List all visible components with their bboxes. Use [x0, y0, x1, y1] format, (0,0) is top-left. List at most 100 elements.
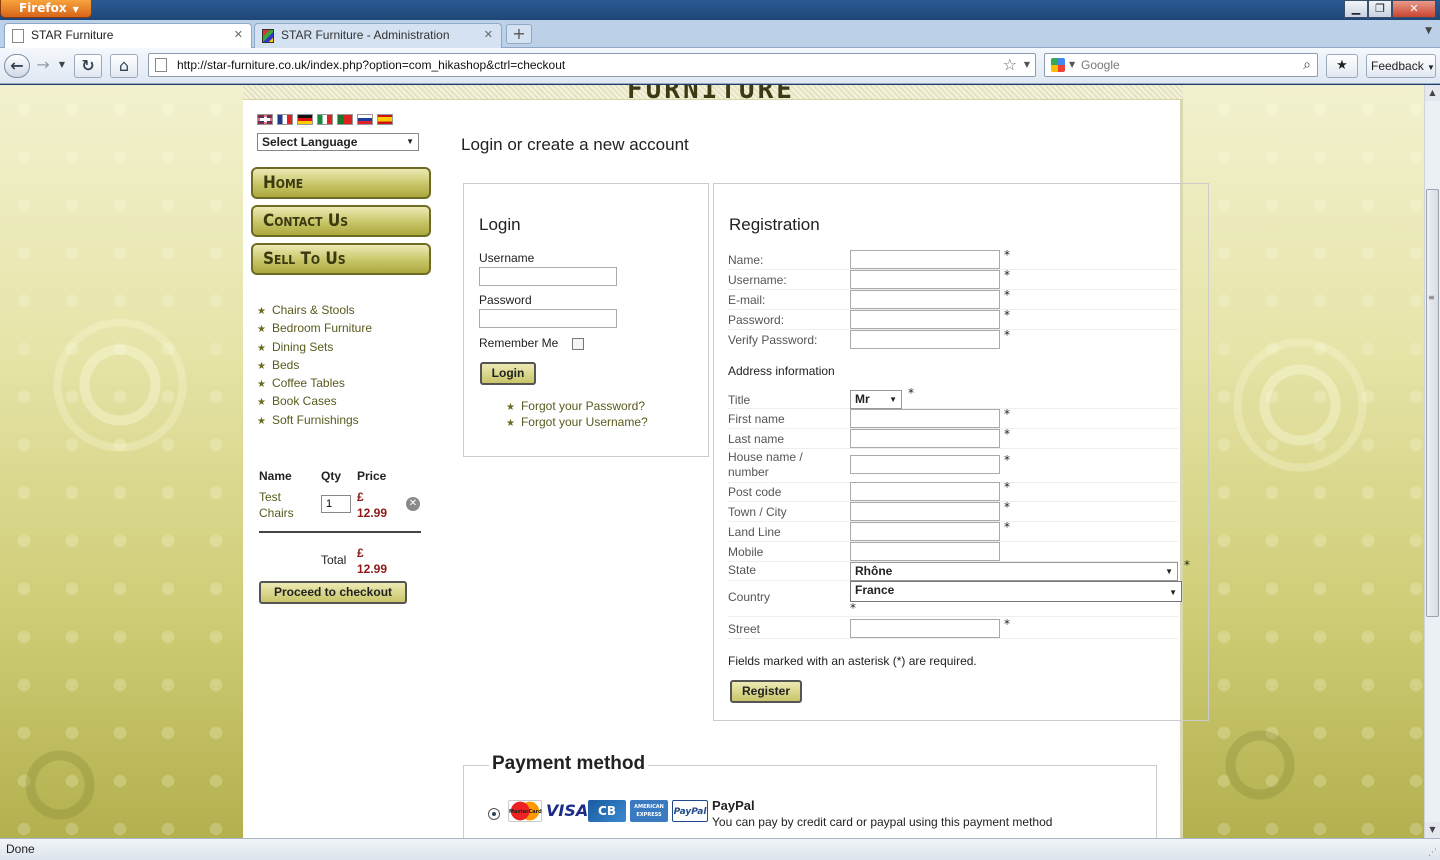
category-label[interactable]: Bedroom Furniture — [272, 321, 372, 335]
flag-uk-icon[interactable] — [257, 114, 273, 125]
tab-administration[interactable]: STAR Furniture - Administration ✕ — [254, 23, 502, 48]
reload-button[interactable]: ↻ — [74, 54, 102, 78]
scrollbar-thumb[interactable] — [1426, 189, 1439, 617]
scroll-grip-icon: ≡ — [1428, 293, 1435, 302]
proceed-to-checkout-button[interactable]: Proceed to checkout — [259, 581, 407, 604]
forgot-username-link[interactable]: ★ Forgot your Username? — [506, 414, 648, 432]
flag-italy-icon[interactable] — [317, 114, 333, 125]
reg-title-label: Title — [728, 393, 751, 407]
reg-street-input[interactable] — [850, 619, 1000, 638]
reg-town-input[interactable] — [850, 502, 1000, 521]
google-icon[interactable] — [1051, 58, 1065, 72]
firefox-menu-button[interactable]: Firefox ▼ — [0, 0, 92, 18]
required-marker: * — [1004, 268, 1010, 282]
flag-spain-icon[interactable] — [377, 114, 393, 125]
category-label[interactable]: Beds — [272, 358, 299, 372]
flag-portugal-icon[interactable] — [337, 114, 353, 125]
nav-sell-button[interactable]: Sell To Us — [251, 243, 431, 275]
category-label[interactable]: Dining Sets — [272, 340, 333, 354]
paypal-radio[interactable] — [488, 808, 500, 820]
reg-country-label: Country — [728, 590, 771, 604]
login-username-input[interactable] — [479, 267, 617, 286]
category-label[interactable]: Coffee Tables — [272, 376, 345, 390]
site-logo[interactable]: FURNITURE — [627, 85, 795, 105]
cart-item-price: 12.99 — [357, 506, 388, 520]
category-item[interactable]: ★ Chairs & Stools — [257, 302, 372, 320]
reg-post-code-input[interactable] — [850, 482, 1000, 501]
reg-username-input[interactable] — [850, 270, 1000, 289]
reg-last-name-input[interactable] — [850, 429, 1000, 448]
reg-landline-input[interactable] — [850, 522, 1000, 541]
page-icon — [155, 58, 167, 72]
cart-qty-input[interactable] — [321, 495, 351, 513]
login-password-input[interactable] — [479, 309, 617, 328]
category-item[interactable]: ★ Beds — [257, 357, 372, 375]
title-select[interactable]: Mr ▼ — [850, 390, 902, 409]
reg-email-input[interactable] — [850, 290, 1000, 309]
reg-password-input[interactable] — [850, 310, 1000, 329]
close-icon[interactable]: ✕ — [484, 24, 493, 46]
remember-me-checkbox[interactable] — [572, 338, 584, 350]
search-bar[interactable]: ▼ Google ⌕ — [1044, 53, 1318, 77]
nav-home-button[interactable]: Home — [251, 167, 431, 199]
country-select[interactable]: France ▼ — [850, 581, 1182, 602]
new-tab-button[interactable]: + — [506, 24, 532, 44]
maximize-icon[interactable]: ❐ — [1368, 0, 1392, 18]
reg-street-label: Street — [728, 622, 761, 636]
cart-item-name[interactable]: Test Chairs — [259, 489, 309, 521]
reg-house-input[interactable] — [850, 455, 1000, 474]
forgot-password-label[interactable]: Forgot your Password? — [521, 399, 645, 413]
state-select[interactable]: Rhône ▼ — [850, 562, 1178, 581]
close-icon[interactable]: ✕ — [234, 24, 243, 46]
feedback-button[interactable]: Feedback ▼ — [1366, 54, 1436, 78]
reg-verify-password-input[interactable] — [850, 330, 1000, 349]
url-text[interactable]: http://star-furniture.co.uk/index.php?op… — [177, 54, 565, 76]
required-marker: * — [1004, 500, 1010, 514]
flag-germany-icon[interactable] — [297, 114, 313, 125]
reg-first-name-label: First name — [728, 412, 785, 426]
home-button[interactable]: ⌂ — [110, 54, 138, 78]
minimize-icon[interactable]: ▁ — [1344, 0, 1368, 18]
category-label[interactable]: Soft Furnishings — [272, 413, 359, 427]
back-button[interactable]: ← — [4, 54, 30, 78]
language-select[interactable]: Select Language ▼ — [257, 133, 419, 151]
reg-name-input[interactable] — [850, 250, 1000, 269]
vertical-scrollbar[interactable]: ▲ ≡ ▼ — [1424, 85, 1440, 838]
forgot-username-label[interactable]: Forgot your Username? — [521, 415, 648, 429]
tab-star-furniture[interactable]: STAR Furniture ✕ — [4, 23, 252, 48]
category-item[interactable]: ★ Coffee Tables — [257, 375, 372, 393]
scroll-down-icon[interactable]: ▼ — [1425, 822, 1440, 838]
required-marker: * — [1004, 248, 1010, 262]
category-list: ★ Chairs & Stools ★ Bedroom Furniture ★ Din… — [257, 302, 372, 430]
page-title: Login or create a new account — [461, 135, 689, 154]
flag-russia-icon[interactable] — [357, 114, 373, 125]
reg-first-name-input[interactable] — [850, 409, 1000, 428]
category-item[interactable]: ★ Book Cases — [257, 393, 372, 411]
category-label[interactable]: Chairs & Stools — [272, 303, 355, 317]
window-close-icon[interactable]: ✕ — [1392, 0, 1436, 18]
forward-button[interactable]: → — [32, 54, 54, 78]
register-button[interactable]: Register — [730, 680, 802, 703]
url-history-dropdown-icon[interactable]: ▼ — [1024, 54, 1030, 76]
category-label[interactable]: Book Cases — [272, 394, 337, 408]
list-all-tabs-icon[interactable]: ▼ — [1425, 26, 1432, 36]
reg-house-label: House name / number — [728, 450, 803, 479]
reg-mobile-input[interactable] — [850, 542, 1000, 561]
bookmark-star-icon[interactable]: ☆ — [1003, 54, 1017, 76]
flag-france-icon[interactable] — [277, 114, 293, 125]
category-item[interactable]: ★ Dining Sets — [257, 339, 372, 357]
url-bar[interactable]: http://star-furniture.co.uk/index.php?op… — [148, 53, 1036, 77]
login-button[interactable]: Login — [480, 362, 536, 385]
search-icon[interactable]: ⌕ — [1303, 54, 1311, 76]
search-engine-dropdown-icon[interactable]: ▼ — [1069, 54, 1075, 76]
nav-contact-button[interactable]: Contact Us — [251, 205, 431, 237]
category-item[interactable]: ★ Soft Furnishings — [257, 412, 372, 430]
scroll-up-icon[interactable]: ▲ — [1425, 85, 1440, 101]
category-item[interactable]: ★ Bedroom Furniture — [257, 320, 372, 338]
remove-item-icon[interactable]: ✕ — [406, 497, 420, 511]
history-dropdown-icon[interactable]: ▼ — [56, 54, 68, 78]
resize-grip-icon[interactable]: ⋰ — [1428, 848, 1437, 858]
reg-username-row: Username: * — [728, 268, 1178, 290]
bullet-star-icon: ★ — [506, 402, 515, 413]
bookmarks-button[interactable]: ★ — [1326, 54, 1358, 78]
